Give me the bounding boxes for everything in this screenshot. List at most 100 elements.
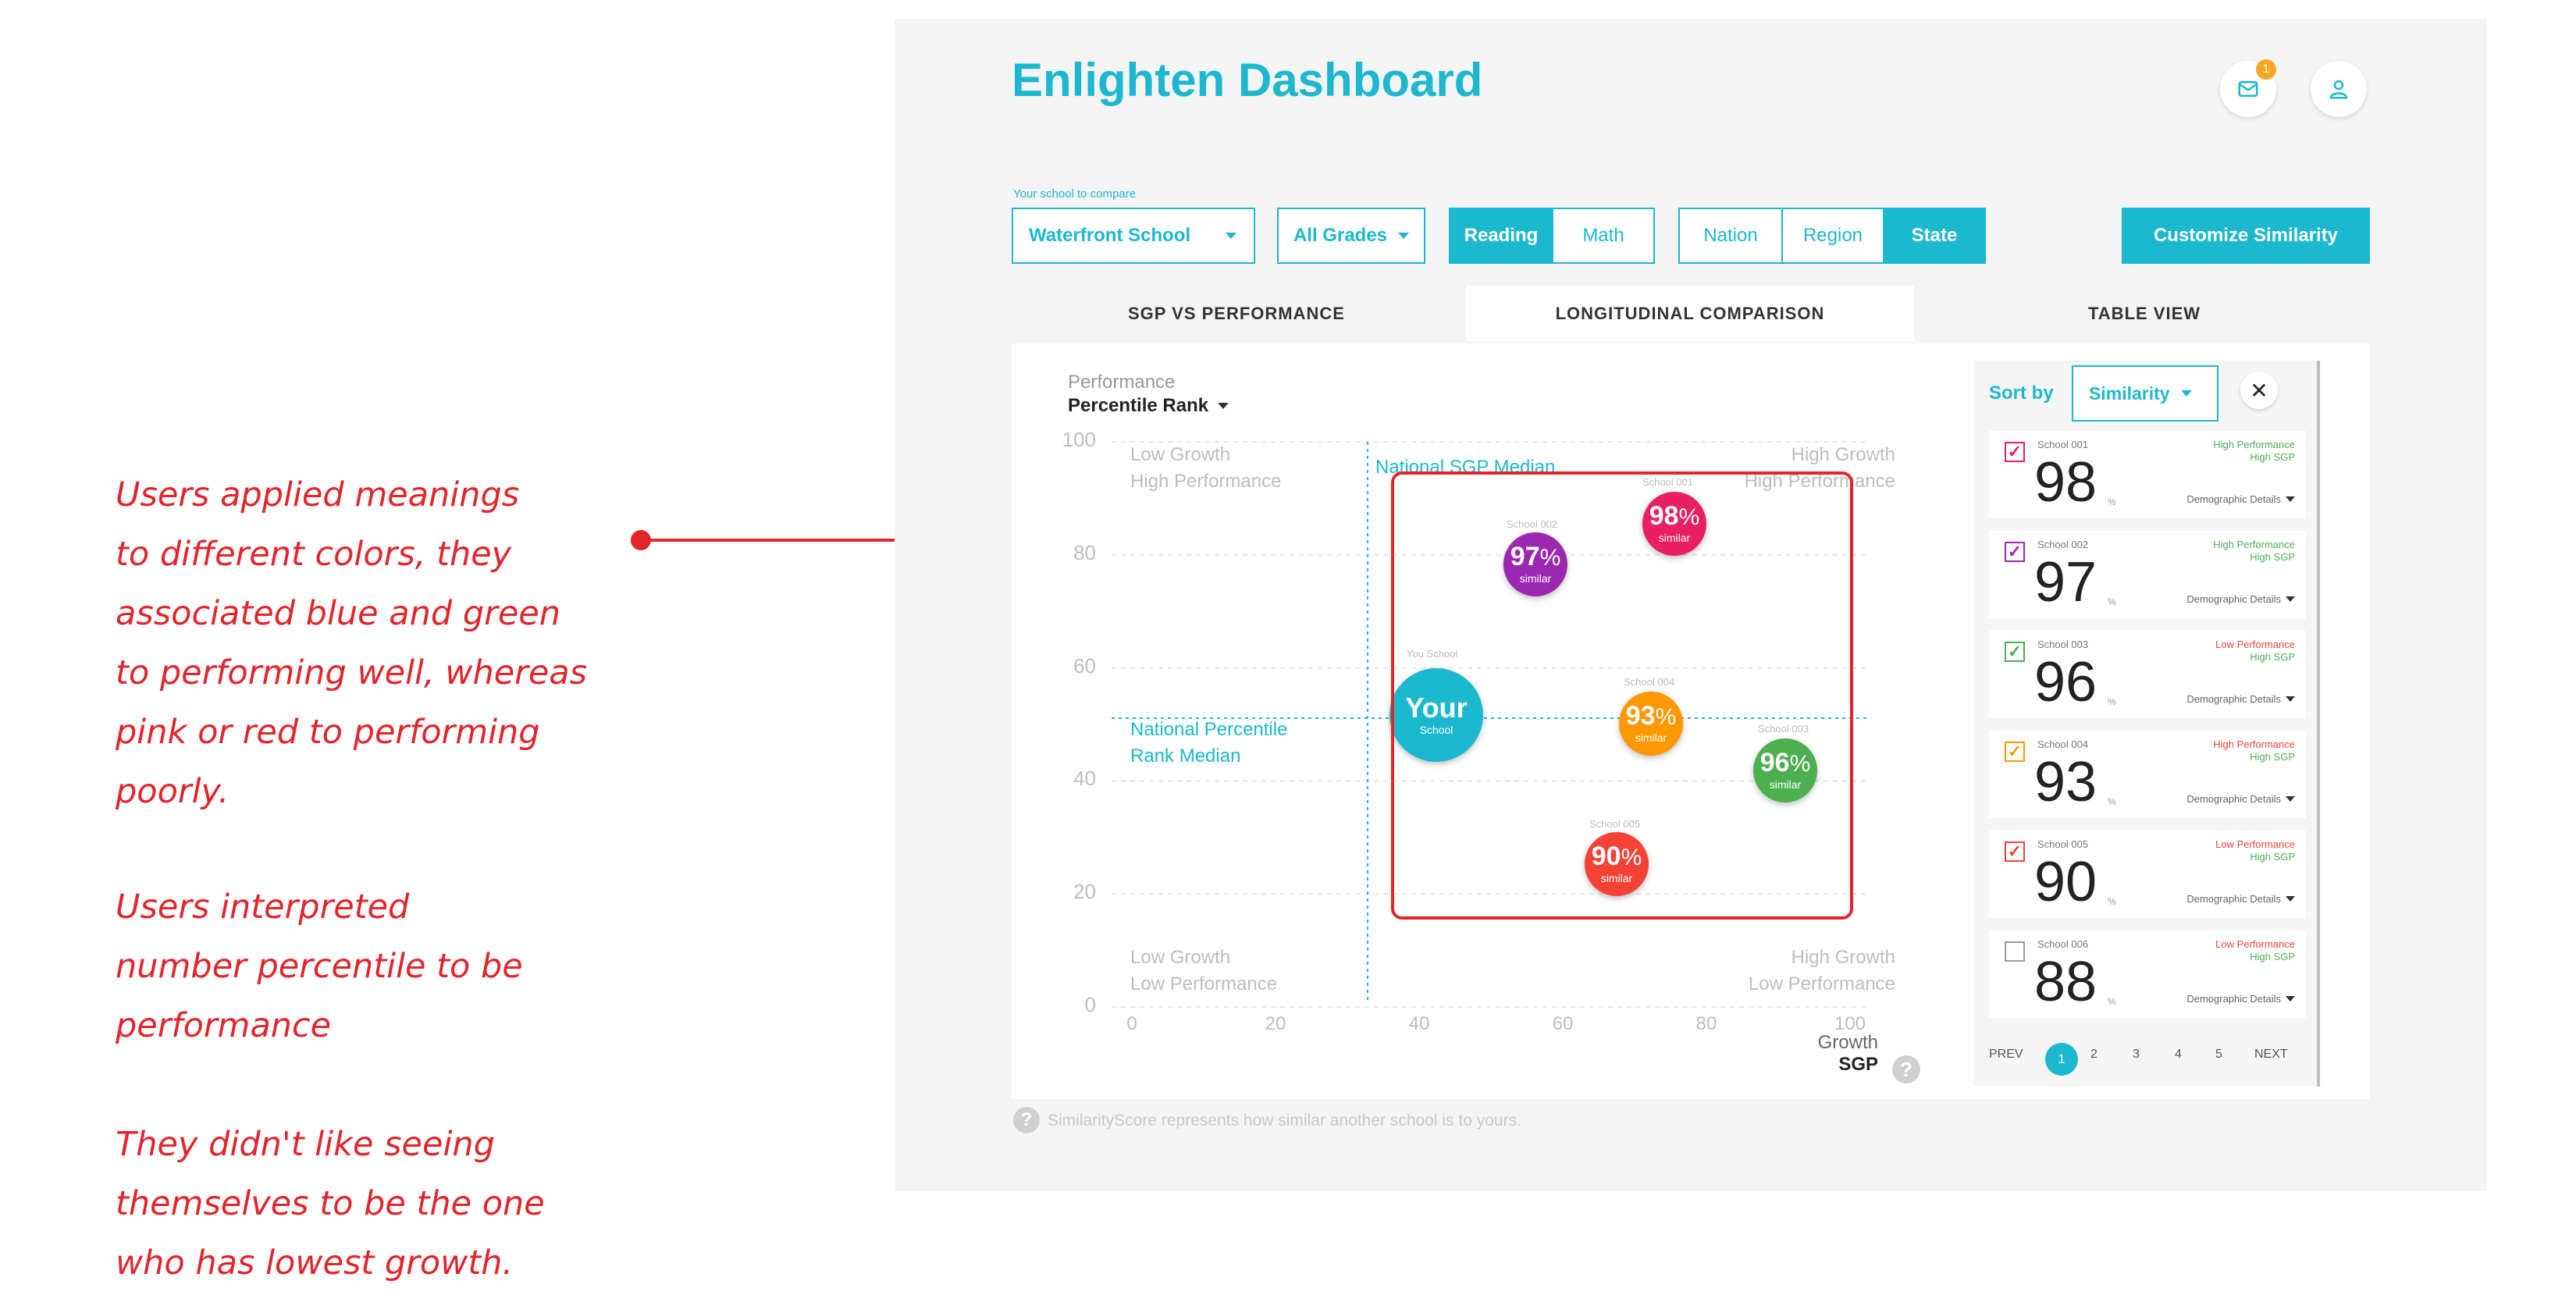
- school-card-tags: High Performance High SGP: [2213, 439, 2295, 464]
- pager-page-2[interactable]: 2: [2090, 1048, 2097, 1062]
- school-card[interactable]: ✓ School 005 90% Low Performance High SGP Dem…: [1989, 831, 2306, 918]
- sort-label: Sort by: [1989, 382, 2054, 404]
- performance-tag: High Performance: [2213, 539, 2295, 550]
- customize-similarity-button[interactable]: Customize Similarity: [2122, 208, 2370, 264]
- rank-median-label-line: Rank Median: [1130, 745, 1241, 767]
- sidebar-scrollbar[interactable]: [2317, 361, 2320, 1087]
- demographic-details-toggle[interactable]: Demographic Details: [2186, 793, 2295, 805]
- school-checkbox[interactable]: ✓: [2005, 642, 2025, 662]
- y-tick-label: 0: [1084, 993, 1096, 1016]
- demographic-details-toggle[interactable]: Demographic Details: [2186, 493, 2295, 505]
- x-axis-title: SGP: [1838, 1054, 1878, 1075]
- demographic-details-toggle[interactable]: Demographic Details: [2186, 593, 2295, 605]
- school-card-percent: %: [2108, 896, 2116, 907]
- help-icon[interactable]: ?: [1892, 1055, 1920, 1083]
- sgp-tag: High SGP: [2250, 651, 2295, 663]
- sort-select[interactable]: Similarity: [2072, 365, 2218, 422]
- school-card-score: 98: [2034, 451, 2097, 514]
- school-card-percent: %: [2108, 596, 2116, 607]
- tab-longitudinal-comparison[interactable]: LONGITUDINAL COMPARISON: [1466, 286, 1914, 342]
- school-card-score: 88: [2034, 951, 2097, 1013]
- x-tick-label: 40: [1408, 1013, 1430, 1034]
- highlight-box: [1391, 471, 1853, 920]
- performance-tag: Low Performance: [2215, 838, 2295, 850]
- grades-select[interactable]: All Grades: [1277, 208, 1425, 264]
- subject-toggle: Reading Math: [1449, 208, 1655, 264]
- scope-region-button[interactable]: Region: [1783, 209, 1884, 262]
- performance-tag: Low Performance: [2215, 639, 2295, 650]
- school-checkbox[interactable]: [2005, 941, 2025, 962]
- quadrant-label: Low Growth: [1130, 444, 1231, 465]
- annotation-line: associated blue and green: [116, 594, 561, 633]
- quadrant-top-left: Low Growth High Performance: [1130, 442, 1281, 495]
- tab-table-view[interactable]: TABLE VIEW: [1919, 286, 2370, 342]
- demographic-details-toggle[interactable]: Demographic Details: [2186, 893, 2295, 905]
- annotation-line: Users interpreted: [116, 888, 410, 927]
- demographic-details-label: Demographic Details: [2186, 693, 2281, 705]
- school-select-value: Waterfront School: [1029, 225, 1191, 246]
- tab-sgp-vs-performance[interactable]: SGP VS PERFORMANCE: [1012, 286, 1461, 342]
- demographic-details-label: Demographic Details: [2186, 593, 2281, 605]
- school-checkbox[interactable]: ✓: [2005, 841, 2025, 862]
- school-card-name: School 001: [2037, 439, 2089, 450]
- school-card-percent: %: [2108, 496, 2116, 507]
- demographic-details-toggle[interactable]: Demographic Details: [2186, 693, 2295, 705]
- annotation-percentile: Users interpreted number percentile to b…: [116, 877, 615, 1055]
- user-button[interactable]: [2311, 61, 2367, 117]
- chevron-down-icon: [2286, 796, 2295, 802]
- scope-state-button[interactable]: State: [1884, 209, 1984, 262]
- sgp-tag: High SGP: [2250, 751, 2295, 763]
- pager-page-1[interactable]: 1: [2045, 1043, 2078, 1076]
- pager-page-3[interactable]: 3: [2133, 1048, 2140, 1062]
- user-icon: [2329, 80, 2348, 99]
- chevron-down-icon: [2286, 596, 2295, 602]
- callout-dot: [631, 530, 651, 550]
- school-card-name: School 004: [2037, 738, 2089, 750]
- rank-median-label: National Percentile Rank Median: [1130, 717, 1287, 770]
- performance-tag: High Performance: [2213, 738, 2295, 750]
- annotation-line: themselves to be the one: [116, 1184, 545, 1223]
- y-tick-label: 20: [1073, 880, 1096, 904]
- school-card-score: 93: [2034, 751, 2097, 813]
- school-card-name: School 003: [2037, 639, 2089, 650]
- school-select[interactable]: Waterfront School: [1012, 208, 1255, 264]
- school-checkbox[interactable]: ✓: [2005, 742, 2025, 762]
- rank-median-label-line: National Percentile: [1130, 719, 1288, 740]
- page-title: Enlighten Dashboard: [1012, 54, 1483, 106]
- chevron-down-icon: [1398, 233, 1410, 239]
- school-card[interactable]: ✓ School 003 96% Low Performance High SGP Dem…: [1989, 631, 2306, 718]
- quadrant-label: High Growth: [1791, 947, 1895, 968]
- demographic-details-label: Demographic Details: [2186, 993, 2281, 1005]
- chevron-down-icon: [2286, 496, 2295, 502]
- pager-prev[interactable]: PREV: [1989, 1048, 2023, 1062]
- pager-next[interactable]: NEXT: [2254, 1048, 2288, 1062]
- pager-page-4[interactable]: 4: [2175, 1048, 2182, 1062]
- pager-page-5[interactable]: 5: [2215, 1048, 2222, 1062]
- help-icon[interactable]: ?: [1013, 1107, 1040, 1133]
- sgp-tag: High SGP: [2250, 951, 2295, 962]
- scope-nation-button[interactable]: Nation: [1680, 209, 1783, 262]
- school-select-label: Your school to compare: [1013, 187, 1137, 201]
- performance-tag: High Performance: [2213, 439, 2295, 450]
- school-card[interactable]: School 006 88% Low Performance High SGP Demo…: [1989, 930, 2306, 1018]
- school-card[interactable]: ✓ School 004 93% High Performance High SGP De…: [1989, 731, 2306, 818]
- quadrant-bottom-left: Low Growth Low Performance: [1130, 945, 1277, 998]
- school-card-percent: %: [2108, 796, 2116, 807]
- school-card[interactable]: ✓ School 002 97% High Performance High SGP De…: [1989, 531, 2306, 618]
- subject-reading-button[interactable]: Reading: [1450, 209, 1553, 262]
- demographic-details-toggle[interactable]: Demographic Details: [2186, 993, 2295, 1005]
- annotation-line: number percentile to be: [116, 947, 523, 986]
- y-tick-label: 100: [1062, 428, 1096, 451]
- school-card[interactable]: ✓ School 001 98% High Performance High SGP De…: [1989, 431, 2306, 518]
- close-button[interactable]: ✕: [2240, 372, 2278, 409]
- school-checkbox[interactable]: ✓: [2005, 442, 2025, 462]
- sgp-tag: High SGP: [2250, 451, 2295, 463]
- quadrant-label: High Growth: [1791, 444, 1895, 465]
- annotation-line: who has lowest growth.: [116, 1243, 514, 1283]
- mail-badge: 1: [2256, 59, 2276, 80]
- subject-math-button[interactable]: Math: [1553, 209, 1653, 262]
- school-checkbox[interactable]: ✓: [2005, 542, 2025, 562]
- annotation-line: They didn't like seeing: [116, 1125, 495, 1164]
- y-tick-label: 80: [1073, 540, 1096, 564]
- chevron-down-icon: [1226, 233, 1236, 239]
